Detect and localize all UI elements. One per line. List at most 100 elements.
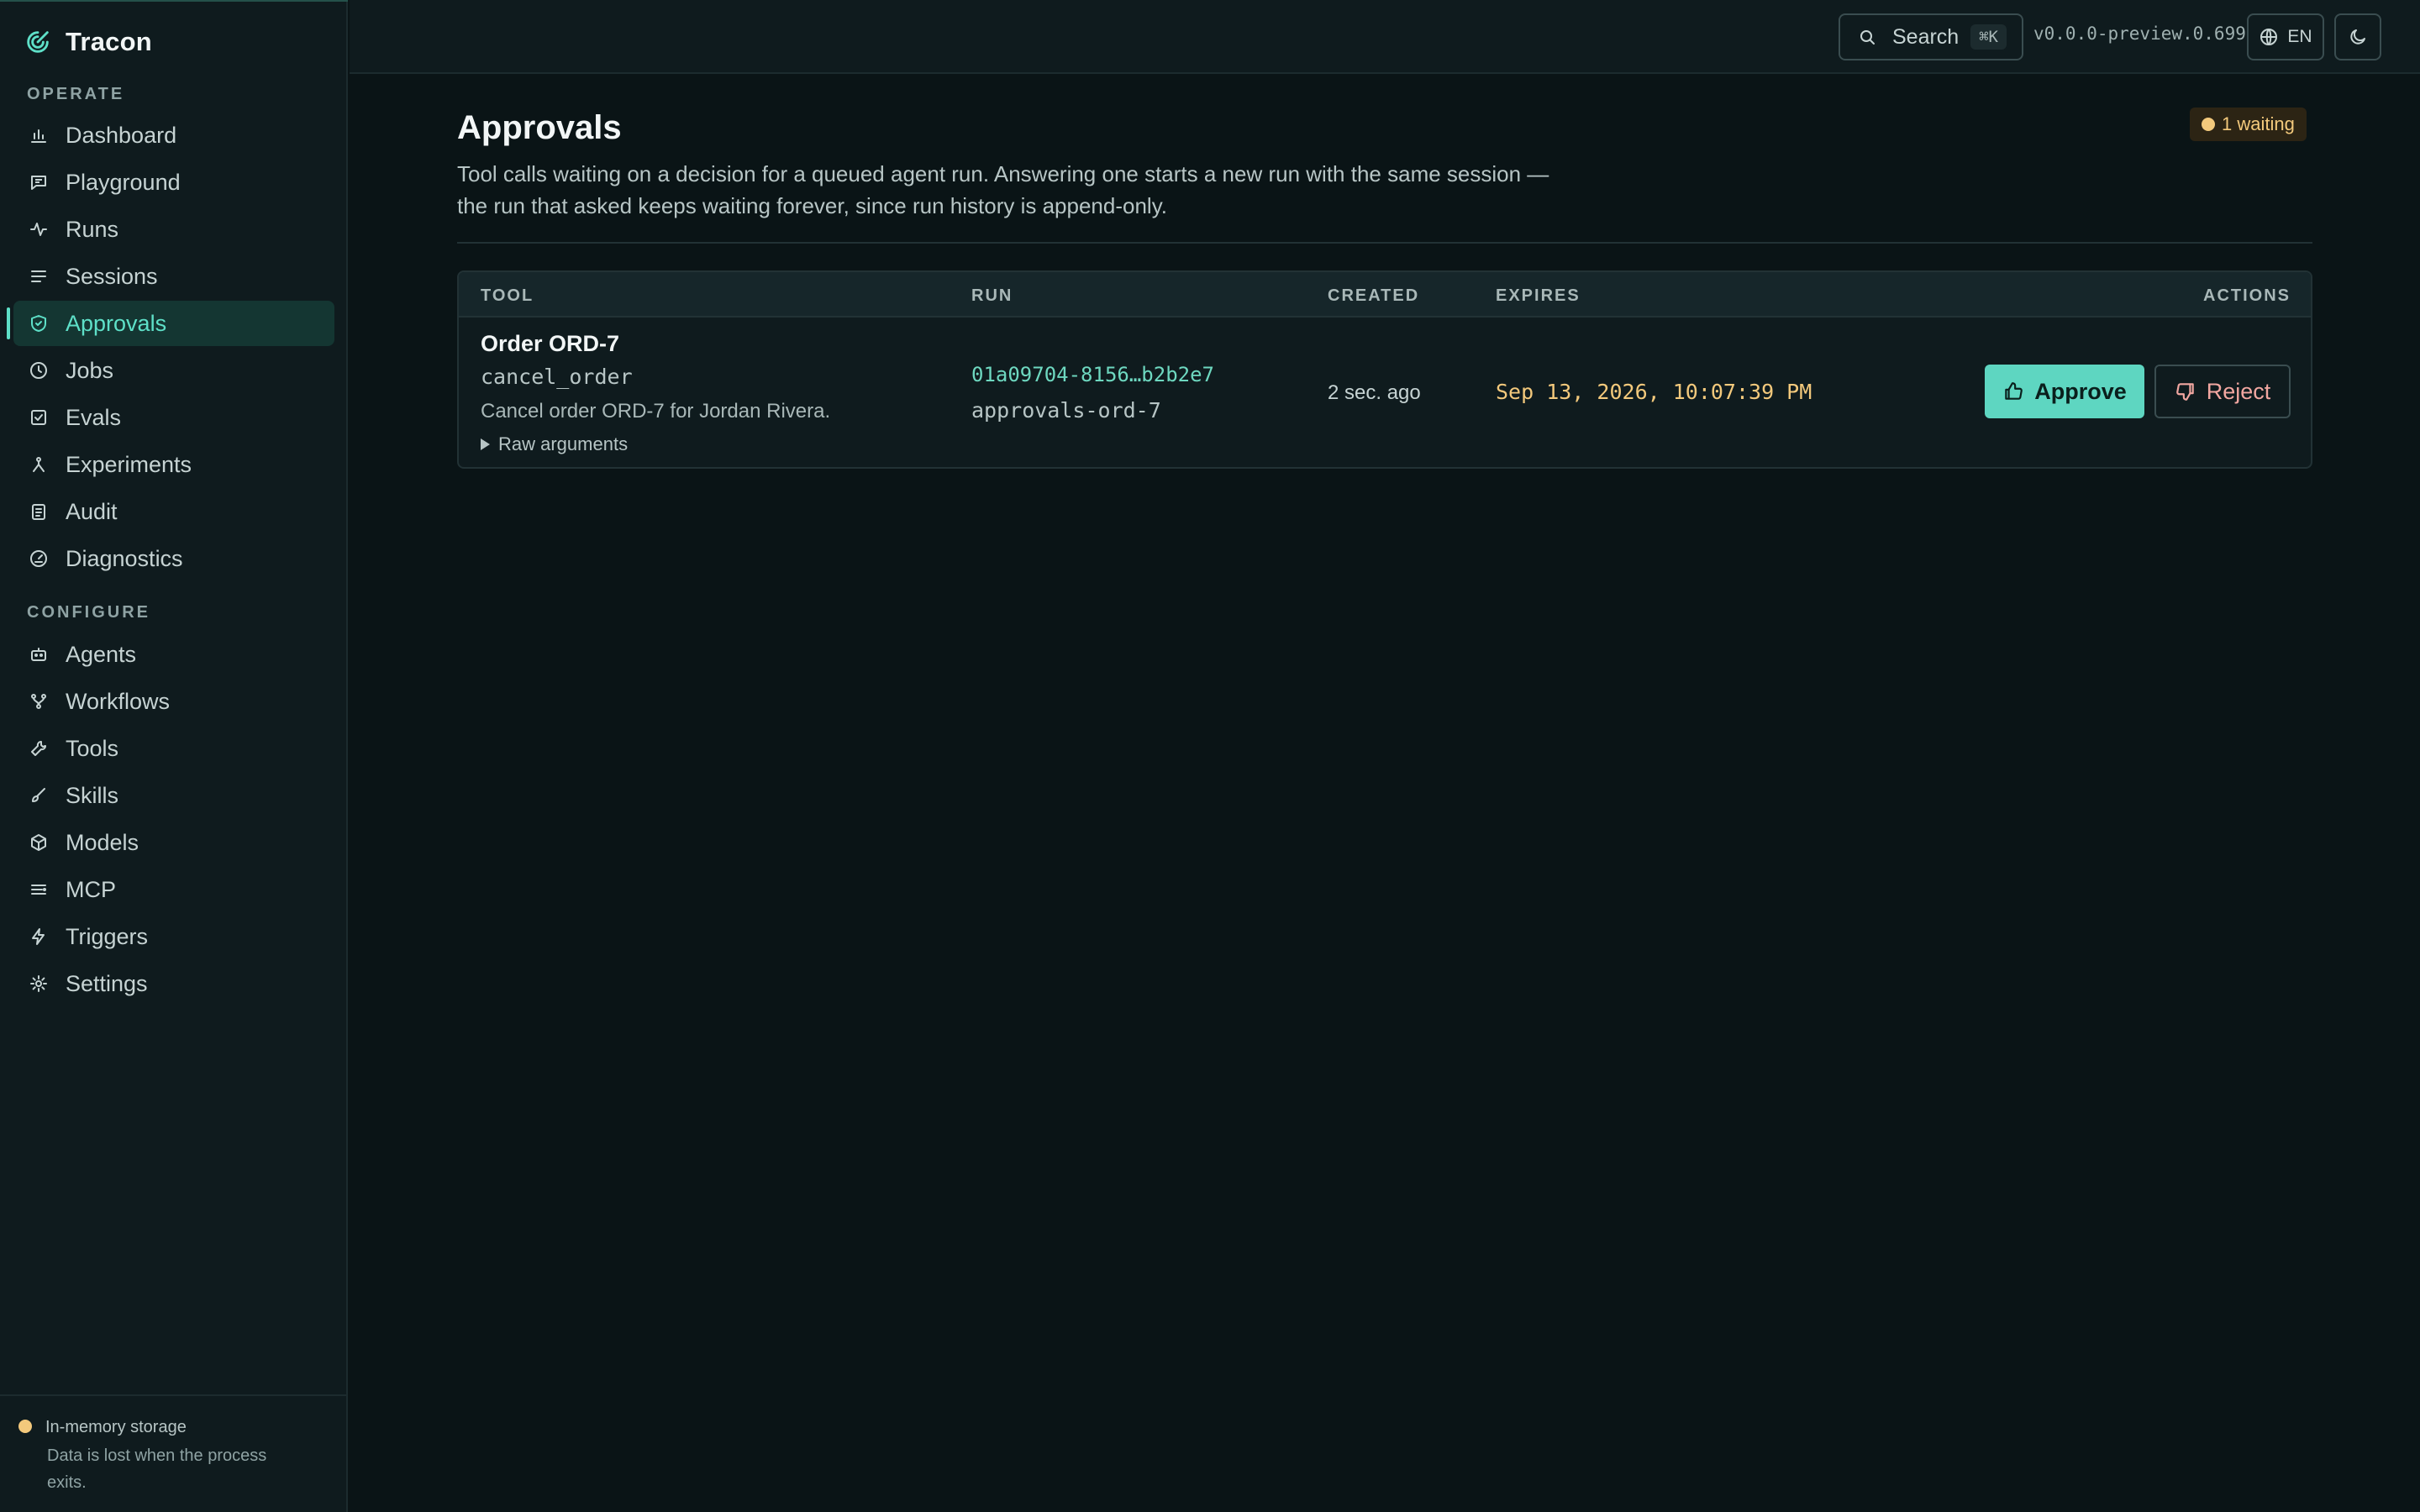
page-title: Approvals	[457, 109, 622, 146]
sidebar: Tracon OPERATE Dashboard Playground Runs…	[0, 0, 348, 1512]
workflow-icon	[31, 694, 46, 709]
approve-label: Approve	[2034, 378, 2127, 404]
sidebar-item-models[interactable]: Models	[13, 820, 334, 865]
theme-toggle-button[interactable]	[2334, 13, 2381, 60]
storage-status-dot	[18, 1420, 32, 1433]
app-name: Tracon	[66, 27, 152, 56]
sidebar-item-label: Settings	[66, 970, 148, 996]
language-button[interactable]: EN	[2247, 13, 2324, 60]
column-expires: EXPIRES	[1496, 286, 1581, 305]
sidebar-item-experiments[interactable]: Experiments	[13, 442, 334, 487]
column-run: RUN	[971, 286, 1013, 305]
sidebar-item-skills[interactable]: Skills	[13, 773, 334, 818]
disclosure-triangle-icon	[481, 438, 490, 450]
sidebar-item-workflows[interactable]: Workflows	[13, 679, 334, 724]
sidebar-item-tools[interactable]: Tools	[13, 726, 334, 771]
server-list-icon	[31, 885, 46, 895]
waiting-badge: 1 waiting	[2190, 108, 2307, 141]
tool-name: cancel_order	[481, 365, 633, 389]
clipboard-icon	[32, 504, 45, 520]
thumbs-down-icon	[2175, 383, 2194, 401]
sidebar-item-jobs[interactable]: Jobs	[13, 348, 334, 393]
sidebar-item-diagnostics[interactable]: Diagnostics	[13, 536, 334, 581]
raw-arguments-toggle[interactable]: Raw arguments	[481, 433, 628, 455]
search-button[interactable]: Search ⌘K	[1839, 13, 2023, 60]
sidebar-item-label: Jobs	[66, 357, 114, 383]
sidebar-item-settings[interactable]: Settings	[13, 961, 334, 1006]
sidebar-item-label: Approvals	[66, 310, 167, 336]
sidebar-item-label: Agents	[66, 641, 137, 667]
storage-notice: In-memory storage Data is lost when the …	[0, 1394, 348, 1512]
sidebar-item-sessions[interactable]: Sessions	[13, 254, 334, 299]
waiting-dot	[2202, 118, 2215, 131]
column-created: CREATED	[1328, 286, 1420, 305]
column-tool: TOOL	[481, 286, 534, 305]
run-id-link[interactable]: 01a09704-8156…b2b2e7	[971, 363, 1214, 386]
moon-icon	[2350, 29, 2365, 45]
sidebar-item-triggers[interactable]: Triggers	[13, 914, 334, 959]
created-time: 2 sec. ago	[1328, 381, 1421, 404]
sidebar-item-label: Skills	[66, 782, 119, 808]
sidebar-item-audit[interactable]: Audit	[13, 489, 334, 534]
activity-icon	[30, 223, 47, 236]
tracon-logo-icon	[24, 28, 52, 56]
sidebar-item-dashboard[interactable]: Dashboard	[13, 113, 334, 158]
reject-label: Reject	[2206, 378, 2271, 404]
thumbs-up-icon	[2005, 382, 2023, 400]
bot-icon	[31, 648, 46, 661]
sidebar-item-agents[interactable]: Agents	[13, 632, 334, 677]
list-icon	[31, 270, 46, 282]
approve-button[interactable]: Approve	[1985, 365, 2144, 418]
shield-check-icon	[31, 315, 46, 332]
cube-icon	[31, 834, 46, 851]
language-label: EN	[2287, 27, 2312, 46]
search-label: Search	[1892, 24, 1960, 49]
sidebar-item-label: Tools	[66, 735, 119, 761]
sidebar-item-playground[interactable]: Playground	[13, 160, 334, 205]
search-shortcut: ⌘K	[1970, 24, 2007, 50]
brush-icon	[32, 788, 45, 802]
topbar: Search ⌘K v0.0.0-preview.0.699 EN	[350, 0, 2420, 74]
clock-icon	[30, 362, 47, 379]
brand[interactable]: Tracon	[24, 27, 152, 57]
check-square-icon	[31, 410, 46, 425]
nav-section-configure: CONFIGURE	[27, 603, 150, 622]
globe-icon	[2260, 29, 2278, 45]
tool-description: Cancel order ORD-7 for Jordan Rivera.	[481, 400, 831, 423]
raw-arguments-label: Raw arguments	[498, 433, 629, 454]
reject-button[interactable]: Reject	[2154, 365, 2291, 418]
sidebar-item-evals[interactable]: Evals	[13, 395, 334, 440]
branch-icon	[33, 457, 45, 472]
search-icon	[1860, 30, 1875, 45]
column-actions: ACTIONS	[2203, 286, 2291, 305]
sidebar-item-label: Runs	[66, 216, 119, 242]
sidebar-item-label: Workflows	[66, 688, 171, 714]
bar-chart-icon	[31, 129, 46, 143]
approvals-table: TOOL RUN CREATED EXPIRES ACTIONS Order O…	[457, 270, 2312, 469]
sidebar-item-label: Diagnostics	[66, 545, 183, 571]
expires-time: Sep 13, 2026, 10:07:39 PM	[1496, 380, 1812, 404]
sidebar-item-runs[interactable]: Runs	[13, 207, 334, 252]
chat-icon	[31, 176, 46, 190]
version-label: v0.0.0-preview.0.699	[2033, 24, 2246, 44]
sidebar-item-label: Audit	[66, 498, 118, 524]
sidebar-item-label: Playground	[66, 169, 181, 195]
sidebar-item-approvals[interactable]: Approvals	[7, 301, 334, 346]
sidebar-item-mcp[interactable]: MCP	[13, 867, 334, 912]
table-header: TOOL RUN CREATED EXPIRES ACTIONS	[459, 272, 2311, 318]
header-divider	[457, 242, 2312, 244]
sidebar-item-label: Models	[66, 829, 139, 855]
page-description: Tool calls waiting on a decision for a q…	[457, 161, 1549, 218]
nav-section-operate: OPERATE	[27, 85, 125, 103]
storage-description: Data is lost when the process exits.	[47, 1446, 267, 1492]
wrench-icon	[31, 741, 46, 756]
sidebar-item-label: MCP	[66, 876, 116, 902]
gauge-icon	[30, 550, 47, 567]
sidebar-item-label: Evals	[66, 404, 122, 430]
sidebar-item-label: Dashboard	[66, 122, 177, 148]
sidebar-item-label: Experiments	[66, 451, 192, 477]
storage-title: In-memory storage	[45, 1418, 187, 1436]
tool-title: Order ORD-7	[481, 331, 620, 356]
waiting-count: 1 waiting	[2222, 113, 2295, 134]
sidebar-item-label: Sessions	[66, 263, 158, 289]
